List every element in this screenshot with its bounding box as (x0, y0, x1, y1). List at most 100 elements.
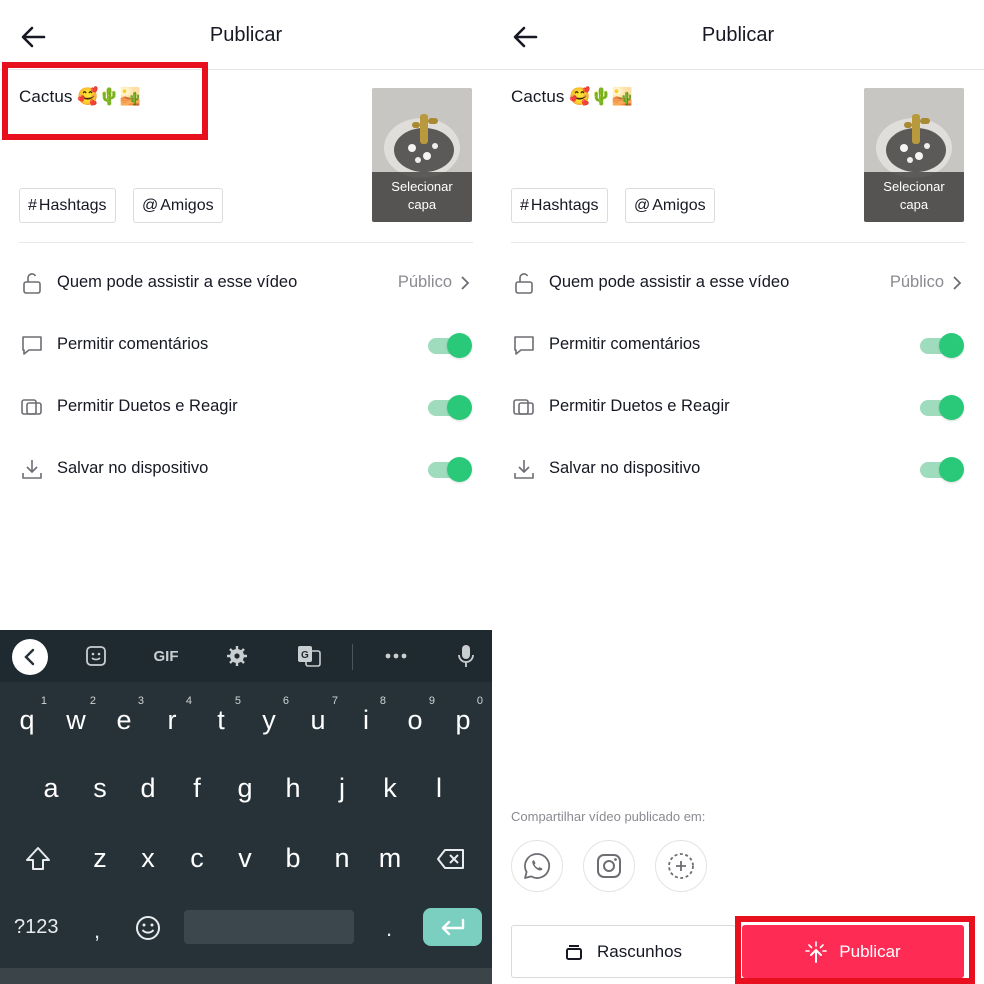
keyboard-back-button[interactable] (12, 639, 48, 675)
key-r[interactable]: r4 (150, 692, 194, 748)
key-c[interactable]: c (175, 830, 219, 886)
save-device-toggle[interactable] (428, 456, 472, 482)
key-y[interactable]: y6 (247, 692, 291, 748)
key-e[interactable]: e3 (102, 692, 146, 748)
key-o[interactable]: o9 (393, 692, 437, 748)
key-z[interactable]: z (78, 830, 122, 886)
enter-key[interactable] (423, 908, 482, 946)
key-p[interactable]: p0 (441, 692, 485, 748)
emoji-key[interactable] (134, 914, 162, 942)
divider (19, 242, 473, 243)
key-b[interactable]: b (271, 830, 315, 886)
share-whatsapp-button[interactable] (511, 840, 563, 892)
comma-key[interactable]: , (94, 918, 100, 944)
chevron-right-icon (953, 276, 962, 290)
page-title: Publicar (209, 24, 283, 46)
key-w[interactable]: w2 (54, 692, 98, 748)
key-i[interactable]: i8 (344, 692, 388, 748)
comments-toggle[interactable] (920, 332, 964, 358)
svg-text:G: G (301, 650, 309, 661)
gear-icon[interactable] (223, 642, 251, 670)
key-t[interactable]: t5 (199, 692, 243, 748)
comment-icon (22, 336, 42, 355)
comments-label: Permitir comentários (549, 335, 701, 353)
duets-toggle[interactable] (428, 394, 472, 420)
friends-button[interactable]: @ Amigos (625, 188, 715, 223)
who-can-watch-row[interactable]: Quem pode assistir a esse vídeo Público (0, 258, 492, 308)
save-device-toggle[interactable] (920, 456, 964, 482)
enter-icon (441, 918, 465, 936)
duets-toggle[interactable] (920, 394, 964, 420)
duets-label: Permitir Duetos e Reagir (57, 397, 238, 415)
friends-label: Amigos (160, 196, 214, 214)
chevron-left-icon (24, 648, 35, 666)
comments-toggle[interactable] (428, 332, 472, 358)
key-s[interactable]: s (78, 760, 122, 816)
key-u[interactable]: u7 (296, 692, 340, 748)
key-f[interactable]: f (175, 760, 219, 816)
shift-icon (26, 847, 50, 870)
key-d[interactable]: d (126, 760, 170, 816)
cover-label-line2: capa (407, 197, 437, 212)
gif-button[interactable]: GIF (150, 642, 182, 670)
download-icon (22, 460, 42, 479)
hashtags-button[interactable]: # Hashtags (19, 188, 116, 223)
lock-icon (515, 273, 533, 294)
privacy-value: Público (889, 273, 944, 291)
on-screen-keyboard: GIF G q1 w2 e3 r4 t5 y6 u7 i8 o9 p0 a s … (0, 630, 492, 984)
key-x[interactable]: x (126, 830, 170, 886)
key-k[interactable]: k (368, 760, 412, 816)
key-h[interactable]: h (271, 760, 315, 816)
duets-row: Permitir Duetos e Reagir (0, 382, 492, 432)
key-a[interactable]: a (29, 760, 73, 816)
download-icon (514, 460, 534, 479)
drafts-icon (565, 944, 582, 960)
key-q[interactable]: q1 (5, 692, 49, 748)
save-device-row: Salvar no dispositivo (492, 444, 984, 494)
keyboard-toolbar: GIF G (0, 630, 492, 682)
comment-icon (514, 336, 534, 355)
top-bar: Publicar (0, 0, 492, 70)
translate-icon[interactable]: G (295, 642, 323, 670)
period-key[interactable]: . (386, 916, 392, 942)
shift-key[interactable] (22, 842, 54, 876)
share-instagram-button[interactable] (583, 840, 635, 892)
instagram-icon (597, 854, 621, 878)
key-j[interactable]: j (320, 760, 364, 816)
share-more-button[interactable] (655, 840, 707, 892)
key-n[interactable]: n (320, 830, 364, 886)
select-cover-label: Selecionar capa (864, 172, 964, 222)
select-cover-button[interactable]: Selecionar capa (372, 88, 472, 222)
key-m[interactable]: m (368, 830, 412, 886)
caption-highlight-box (2, 62, 208, 140)
key-l[interactable]: l (417, 760, 461, 816)
duets-row: Permitir Duetos e Reagir (492, 382, 984, 432)
select-cover-button[interactable]: Selecionar capa (864, 88, 964, 222)
backspace-key[interactable] (436, 846, 466, 872)
who-can-watch-row[interactable]: Quem pode assistir a esse vídeo Público (492, 258, 984, 308)
friends-label: Amigos (652, 196, 706, 214)
key-g[interactable]: g (223, 760, 267, 816)
publish-screen-keyboard: Publicar Cactus 🥰🌵🏜️ Selecionar capa # H… (0, 0, 492, 984)
lock-icon (23, 273, 41, 294)
comments-row: Permitir comentários (492, 320, 984, 370)
privacy-value: Público (397, 273, 452, 291)
at-icon: @ (142, 196, 159, 214)
hashtags-button[interactable]: # Hashtags (511, 188, 608, 223)
mic-icon[interactable] (452, 642, 480, 670)
caption-input[interactable]: Cactus 🥰🌵🏜️ (511, 87, 633, 107)
symbols-key[interactable]: ?123 (14, 916, 59, 939)
select-cover-label: Selecionar capa (372, 172, 472, 222)
comments-row: Permitir comentários (0, 320, 492, 370)
whatsapp-icon (524, 853, 551, 879)
hashtags-label: Hashtags (530, 196, 599, 214)
friends-button[interactable]: @ Amigos (133, 188, 223, 223)
cover-label-line2: capa (899, 197, 929, 212)
emoji-icon (136, 916, 160, 940)
space-key[interactable] (184, 910, 354, 944)
more-icon[interactable] (382, 642, 410, 670)
drafts-button[interactable]: Rascunhos (511, 925, 736, 978)
sticker-icon[interactable] (82, 642, 110, 670)
publish-screen: Publicar Cactus 🥰🌵🏜️ Selecionar capa # H… (492, 0, 984, 984)
key-v[interactable]: v (223, 830, 267, 886)
